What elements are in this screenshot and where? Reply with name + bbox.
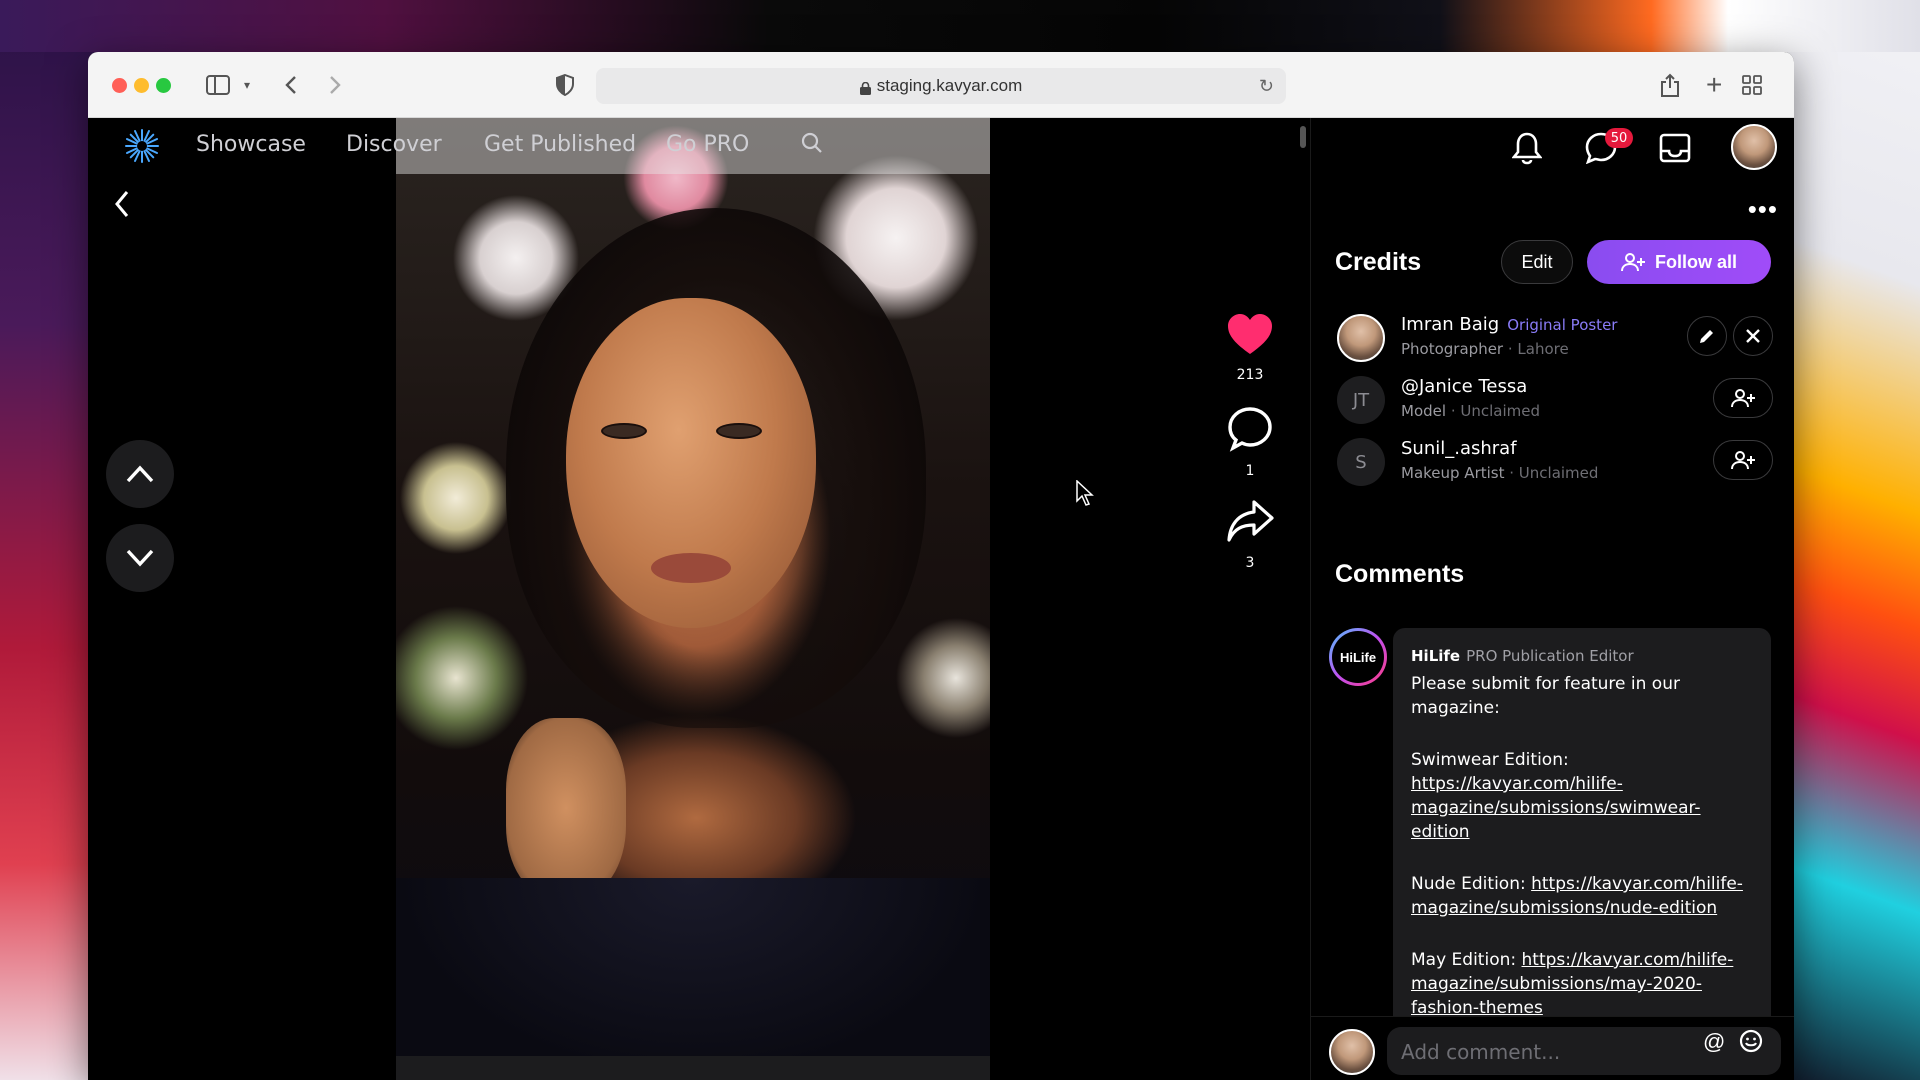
- emoji-icon[interactable]: [1739, 1029, 1763, 1059]
- edit-credit-button[interactable]: [1687, 316, 1727, 356]
- reload-icon[interactable]: ↻: [1259, 76, 1274, 97]
- share-count: 3: [1245, 555, 1255, 571]
- comment-count: 1: [1245, 463, 1255, 479]
- credit-row[interactable]: JT @Janice Tessa Model · Unclaimed: [1337, 372, 1777, 428]
- desktop-wallpaper-top: [0, 0, 1920, 52]
- nav-discover[interactable]: Discover: [346, 132, 442, 157]
- chevron-down-icon[interactable]: ▾: [244, 70, 250, 100]
- chevron-up-icon: [126, 465, 154, 483]
- credit-name[interactable]: Sunil_.ashraf: [1401, 438, 1517, 459]
- commenter-avatar[interactable]: HiLife: [1329, 628, 1387, 686]
- browser-window: ▾ staging.kavyar.com ↻ + Showcase Discov…: [88, 52, 1794, 1080]
- user-avatar[interactable]: [1731, 124, 1777, 170]
- messages-icon[interactable]: 50: [1581, 128, 1633, 168]
- notifications-bell-icon[interactable]: [1507, 128, 1547, 168]
- composer-avatar: [1329, 1029, 1375, 1075]
- credit-role: Model: [1401, 402, 1447, 420]
- mention-icon[interactable]: @: [1703, 1029, 1725, 1055]
- credits-title: Credits: [1335, 248, 1422, 276]
- credit-avatar[interactable]: S: [1337, 438, 1385, 486]
- previous-post-button[interactable]: [106, 440, 174, 508]
- photo-caption-bar: [396, 1056, 990, 1080]
- original-poster-tag: Original Poster: [1507, 316, 1618, 334]
- credit-name[interactable]: Imran Baig: [1401, 314, 1499, 335]
- add-user-icon: [1731, 389, 1755, 408]
- details-panel: 50 ••• Credits Edit Follow all Imran Bai…: [1310, 118, 1794, 1080]
- more-options-icon[interactable]: •••: [1748, 194, 1778, 225]
- minimize-window-button[interactable]: [134, 78, 149, 93]
- add-user-icon: [1620, 253, 1645, 272]
- like-count: 213: [1236, 367, 1264, 383]
- comment-intro: Please submit for feature in our magazin…: [1411, 674, 1680, 718]
- add-user-icon: [1731, 451, 1755, 470]
- share-icon[interactable]: [1660, 70, 1680, 100]
- page-content: Showcase Discover Get Published Go PRO 2…: [88, 118, 1794, 1080]
- share-action[interactable]: 3: [1212, 498, 1288, 571]
- credit-avatar[interactable]: [1337, 314, 1385, 362]
- lock-icon: [859, 80, 871, 95]
- close-window-button[interactable]: [112, 78, 127, 93]
- pencil-icon: [1700, 330, 1713, 343]
- fullscreen-window-button[interactable]: [156, 78, 171, 93]
- site-navbar: Showcase Discover Get Published Go PRO: [88, 118, 1308, 174]
- address-bar[interactable]: staging.kavyar.com ↻: [596, 68, 1286, 104]
- credit-status: Unclaimed: [1460, 402, 1540, 420]
- comment-author[interactable]: HiLife: [1411, 647, 1460, 665]
- nude-label: Nude Edition:: [1411, 874, 1526, 894]
- edit-credits-button[interactable]: Edit: [1501, 240, 1573, 284]
- credit-status: Unclaimed: [1518, 464, 1599, 482]
- like-action[interactable]: 213: [1212, 312, 1288, 383]
- messages-badge: 50: [1605, 128, 1633, 148]
- comment-bubble-icon: [1228, 407, 1272, 452]
- comment-composer: Add comment... @: [1311, 1016, 1794, 1080]
- credit-row[interactable]: Imran Baig Original Poster Photographer ·…: [1337, 310, 1777, 366]
- comment-author-role: PRO Publication Editor: [1466, 647, 1634, 665]
- credit-role: Makeup Artist: [1401, 464, 1505, 482]
- follow-all-button[interactable]: Follow all: [1587, 240, 1771, 284]
- nav-showcase[interactable]: Showcase: [196, 132, 306, 157]
- follow-credit-button[interactable]: [1713, 440, 1773, 480]
- credit-location: Lahore: [1517, 340, 1569, 358]
- back-icon[interactable]: [114, 190, 130, 226]
- credit-row[interactable]: S Sunil_.ashraf Makeup Artist · Unclaime…: [1337, 434, 1777, 490]
- credit-name[interactable]: @Janice Tessa: [1401, 376, 1527, 397]
- tab-overview-icon[interactable]: [1742, 70, 1762, 100]
- browser-titlebar: ▾ staging.kavyar.com ↻ +: [88, 52, 1794, 118]
- kavyar-logo-icon[interactable]: [124, 128, 160, 164]
- scrollbar[interactable]: [1300, 126, 1306, 148]
- back-arrow-icon[interactable]: [284, 70, 298, 100]
- new-tab-icon[interactable]: +: [1706, 69, 1722, 100]
- comments-title: Comments: [1335, 560, 1465, 588]
- chevron-down-icon: [126, 549, 154, 567]
- credit-role: Photographer: [1401, 340, 1504, 358]
- nav-get-published[interactable]: Get Published: [484, 132, 636, 157]
- next-post-button[interactable]: [106, 524, 174, 592]
- sidebar-toggle-icon[interactable]: [206, 70, 230, 100]
- shield-icon[interactable]: [556, 70, 574, 100]
- post-photo: [396, 118, 990, 1056]
- comment-action[interactable]: 1: [1212, 406, 1288, 479]
- inbox-tray-icon[interactable]: [1655, 128, 1695, 168]
- close-icon: [1746, 329, 1760, 343]
- mouse-cursor-icon: [1076, 480, 1094, 506]
- share-arrow-icon: [1227, 500, 1274, 542]
- swimwear-label: Swimwear Edition:: [1411, 750, 1569, 770]
- credit-avatar[interactable]: JT: [1337, 376, 1385, 424]
- follow-credit-button[interactable]: [1713, 378, 1773, 418]
- comment-bubble: HiLife PRO Publication Editor Please subm…: [1393, 628, 1771, 1028]
- heart-icon: [1228, 314, 1272, 354]
- swimwear-link[interactable]: https://kavyar.com/hilife-magazine/submi…: [1411, 774, 1701, 842]
- forward-arrow-icon[interactable]: [328, 70, 342, 100]
- search-icon[interactable]: [801, 132, 823, 154]
- remove-credit-button[interactable]: [1733, 316, 1773, 356]
- may-label: May Edition:: [1411, 950, 1517, 970]
- url-text: staging.kavyar.com: [876, 76, 1023, 95]
- nav-go-pro[interactable]: Go PRO: [666, 132, 749, 157]
